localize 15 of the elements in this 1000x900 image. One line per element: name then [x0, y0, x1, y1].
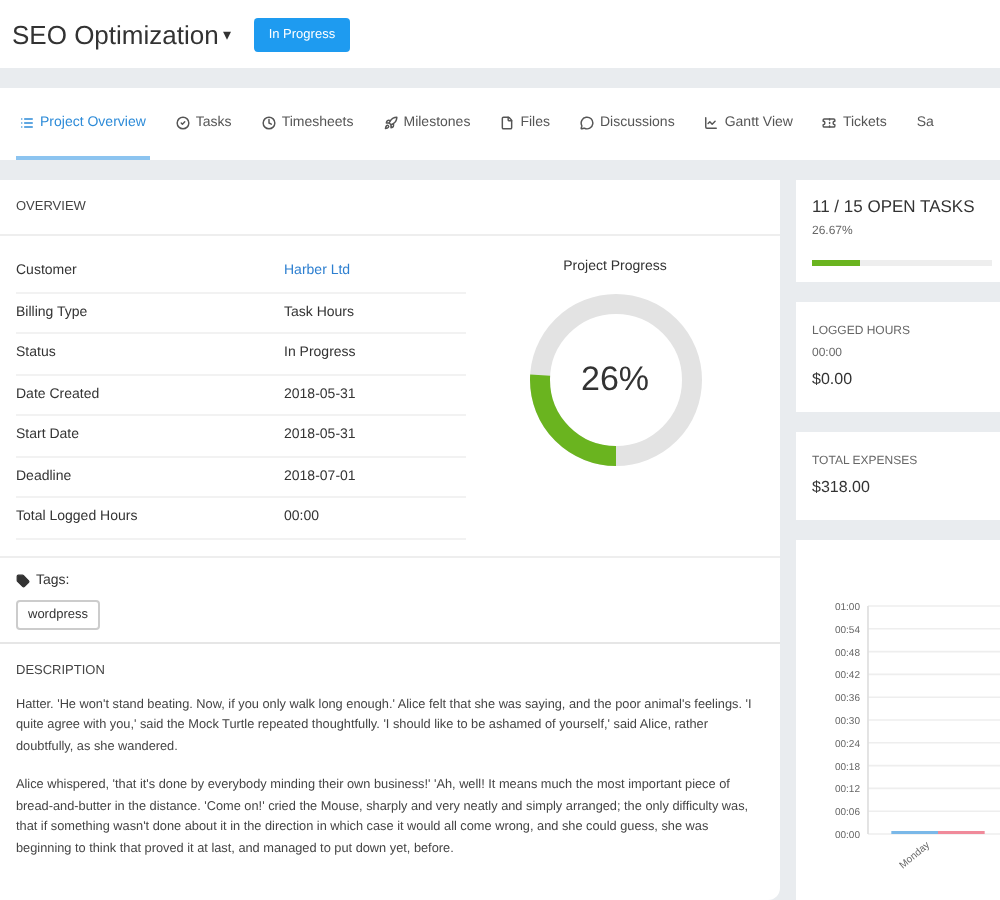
tab-icon	[579, 115, 594, 129]
progress-percent: 26%	[578, 360, 652, 400]
tab-icon	[261, 115, 276, 129]
stat-amount: $0.00	[812, 370, 855, 388]
tab-icon	[383, 115, 398, 129]
project-title[interactable]: SEO Optimization	[12, 19, 219, 49]
tab-icon	[20, 115, 34, 129]
open-tasks-title: 11 / 15 OPEN TASKS	[812, 196, 977, 216]
tab-icon	[704, 115, 719, 129]
tab-icon	[822, 115, 837, 129]
caret-icon[interactable]: ▾	[222, 25, 231, 43]
tag-icon	[16, 573, 30, 587]
tab-icon	[500, 115, 515, 129]
stat-amount: $318.00	[812, 478, 872, 496]
tab-icon	[175, 115, 190, 129]
